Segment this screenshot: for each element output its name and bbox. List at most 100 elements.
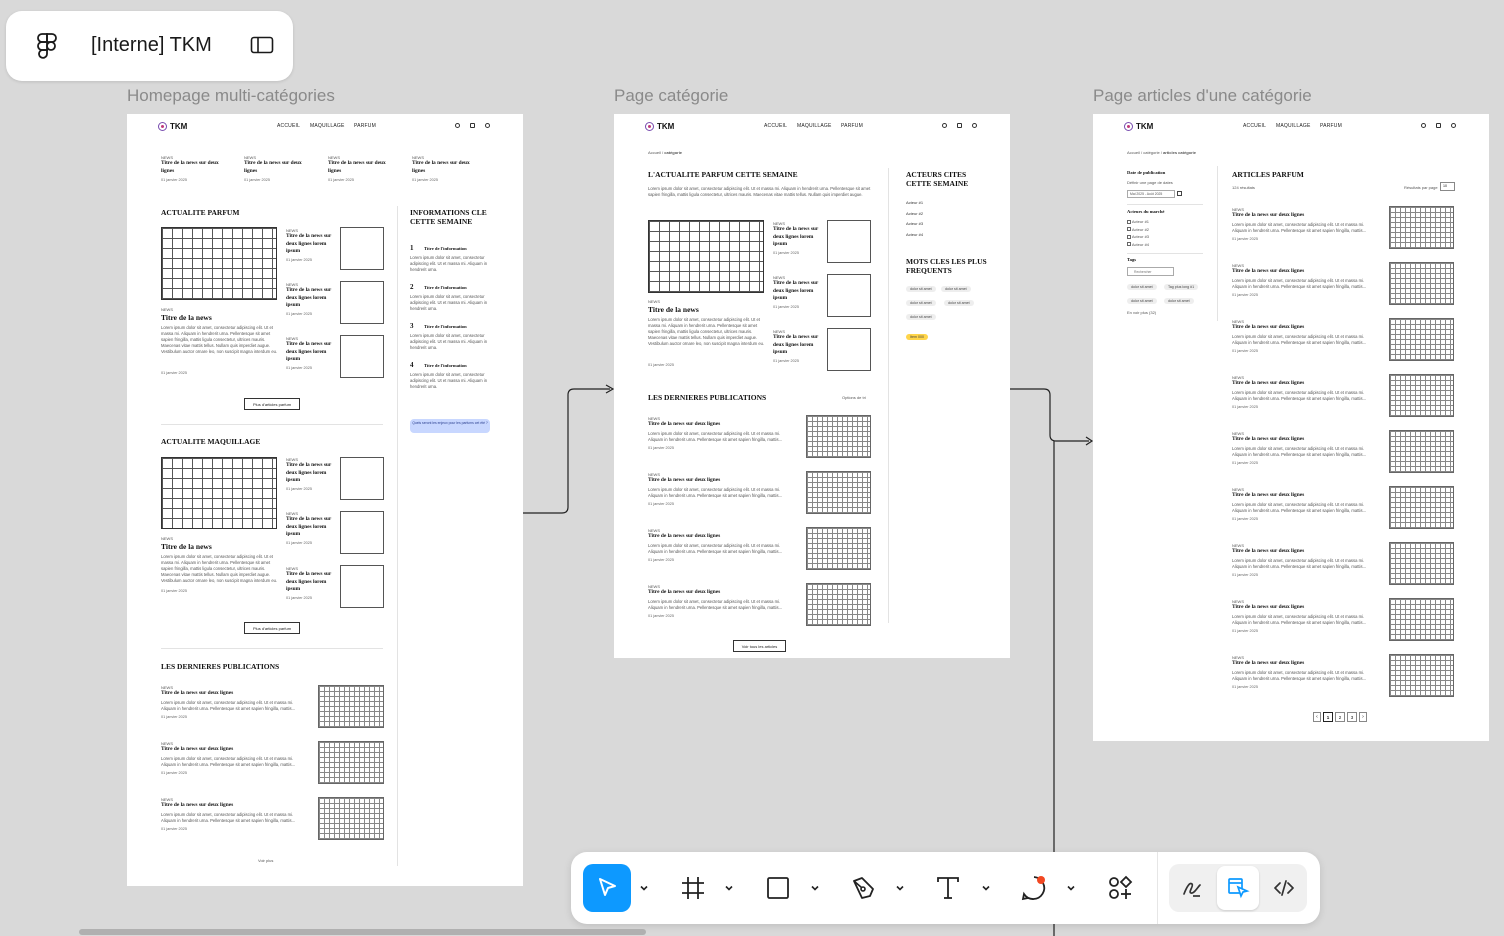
keyword-chip[interactable]: dolor sit amet (906, 314, 936, 320)
keyword-chip[interactable]: dolor sit amet (906, 286, 936, 292)
search-icon[interactable] (455, 123, 460, 128)
keyword-chip[interactable]: dolor sit amet (941, 286, 971, 292)
article-row[interactable]: NEWS Titre de la news sur deux lignes Lore… (1232, 487, 1380, 521)
toggle-panel-icon[interactable] (250, 36, 274, 54)
latest-news-2[interactable]: NEWS Titre de la news sur deux lignes Lo… (161, 741, 303, 775)
thumbnail[interactable] (340, 565, 384, 608)
thumbnail[interactable] (827, 328, 871, 371)
draw-mode-button[interactable] (1171, 866, 1213, 910)
thumbnail[interactable] (1389, 374, 1454, 417)
actor-checkbox[interactable]: Acteur #1 (1127, 218, 1149, 226)
thumbnail[interactable] (1389, 430, 1454, 473)
info-item-1[interactable]: 1 Titre de l'information Lorem ipsum dol… (410, 237, 495, 273)
frame-label-homepage[interactable]: Homepage multi-catégories (127, 86, 335, 106)
file-name[interactable]: [Interne] TKM (91, 34, 212, 57)
actor-link[interactable]: Acteur #3 (906, 219, 923, 230)
thumbnail[interactable] (1389, 318, 1454, 361)
bookmark-icon[interactable] (470, 123, 475, 128)
chevron-down-icon[interactable] (809, 882, 821, 894)
latest-news-3[interactable]: NEWS Titre de la news sur deux lignes Lo… (648, 528, 790, 562)
move-tool-button[interactable] (583, 864, 631, 912)
featured-news-parfum[interactable]: NEWS Titre de la news Lorem ipsum dolor … (161, 307, 279, 375)
comment-tool-button[interactable] (1010, 864, 1058, 912)
featured-news-maquillage[interactable]: NEWS Titre de la news Lorem ipsum dolor … (161, 536, 279, 593)
thumbnail[interactable] (827, 220, 871, 263)
bookmark-icon[interactable] (1436, 123, 1441, 128)
per-page-select[interactable]: 10 (1440, 182, 1455, 191)
bookmark-icon[interactable] (957, 123, 962, 128)
actor-checkbox[interactable]: Acteur #2 (1127, 226, 1149, 234)
thumbnail[interactable] (827, 274, 871, 317)
thumbnail[interactable] (340, 335, 384, 378)
keyword-chip[interactable]: dolor sit amet (944, 300, 974, 306)
frame-articles[interactable]: TKM ACCUEIL MAQUILLAGE PARFUM Accueil / … (1093, 114, 1489, 741)
thumbnail[interactable] (1389, 598, 1454, 641)
featured-news[interactable]: NEWS Titre de la news Lorem ipsum dolor … (648, 299, 766, 367)
nav-accueil[interactable]: ACCUEIL (277, 123, 300, 129)
tag-chip[interactable]: Tag plus long #1 (1164, 284, 1199, 290)
page-3[interactable]: 3 (1347, 712, 1357, 722)
featured-image[interactable] (161, 227, 277, 300)
tag-chip[interactable]: dolor sit amet (1164, 298, 1194, 304)
frame-tool-button[interactable] (669, 864, 717, 912)
thumbnail[interactable] (340, 511, 384, 554)
nav-parfum[interactable]: PARFUM (841, 123, 863, 129)
actor-checkbox[interactable]: Acteur #4 (1127, 241, 1149, 249)
keyword-chip[interactable]: dolor sit amet (906, 300, 936, 306)
breadcrumb-category[interactable]: catégorie (1143, 150, 1159, 155)
article-row[interactable]: NEWS Titre de la news sur deux lignes Lore… (1232, 431, 1380, 465)
checkbox-icon[interactable] (1127, 227, 1131, 232)
article-row[interactable]: NEWS Titre de la news sur deux lignes Lore… (1232, 543, 1380, 577)
tag-chip[interactable]: dolor sit amet (1127, 298, 1157, 304)
article-row[interactable]: NEWS Titre de la news sur deux lignes Lore… (1232, 655, 1380, 689)
thumbnail[interactable] (1389, 486, 1454, 529)
thumbnail[interactable] (318, 797, 384, 840)
thumbnail[interactable] (340, 227, 384, 270)
frame-label-category[interactable]: Page catégorie (614, 86, 728, 106)
checkbox-icon[interactable] (1127, 242, 1131, 247)
nav-parfum[interactable]: PARFUM (1320, 123, 1342, 129)
side-news-1[interactable]: NEWS Titre de la news sur deux lignes lo… (773, 221, 821, 255)
nav-maquillage[interactable]: MAQUILLAGE (1276, 123, 1311, 129)
nav-accueil[interactable]: ACCUEIL (1243, 123, 1266, 129)
horizontal-scrollbar[interactable] (79, 929, 646, 935)
prev-page-icon[interactable]: ‹ (1313, 712, 1321, 722)
article-row[interactable]: NEWS Titre de la news sur deux lignes Lore… (1232, 207, 1380, 241)
featured-image[interactable] (648, 220, 764, 293)
chevron-down-icon[interactable] (638, 882, 650, 894)
top-news-2[interactable]: NEWS Titre de la news sur deux lignes 01… (244, 155, 316, 182)
actor-link[interactable]: Acteur #1 (906, 198, 923, 209)
actor-link[interactable]: Acteur #2 (906, 209, 923, 220)
thumbnail[interactable] (318, 685, 384, 728)
thumbnail[interactable] (340, 457, 384, 500)
search-icon[interactable] (1421, 123, 1426, 128)
top-news-4[interactable]: NEWS Titre de la news sur deux lignes 01… (412, 155, 484, 182)
user-icon[interactable] (972, 123, 977, 128)
chevron-down-icon[interactable] (980, 882, 992, 894)
more-parfum-button[interactable]: Plus d'articles parfum (244, 398, 300, 410)
side-news-6[interactable]: NEWS Titre de la news sur deux lignes lo… (286, 566, 334, 600)
featured-image[interactable] (161, 457, 277, 529)
side-news-1[interactable]: NEWS Titre de la news sur deux lignes lo… (286, 228, 334, 262)
user-icon[interactable] (485, 123, 490, 128)
nav-parfum[interactable]: PARFUM (354, 123, 376, 129)
side-news-3[interactable]: NEWS Titre de la news sur deux lignes lo… (286, 336, 334, 370)
newsletter-banner[interactable]: Quels seront les enjeux pour les parfums… (410, 419, 490, 433)
frame-label-articles[interactable]: Page articles d'une catégorie (1093, 86, 1312, 106)
more-maquillage-button[interactable]: Plus d'articles parfum (244, 622, 300, 634)
breadcrumb-home[interactable]: Accueil (1127, 150, 1140, 155)
thumbnail[interactable] (806, 583, 871, 626)
load-more-link[interactable]: Voir plus (258, 858, 273, 863)
see-more-tags-link[interactable]: En voir plus (32) (1127, 310, 1156, 315)
article-row[interactable]: NEWS Titre de la news sur deux lignes Lore… (1232, 319, 1380, 353)
next-page-icon[interactable]: › (1359, 712, 1367, 722)
page-1[interactable]: 1 (1323, 712, 1333, 722)
actor-checkbox[interactable]: Acteur #3 (1127, 233, 1149, 241)
thumbnail[interactable] (340, 281, 384, 324)
chevron-down-icon[interactable] (723, 882, 735, 894)
assets-tool-button[interactable] (1096, 864, 1144, 912)
article-row[interactable]: NEWS Titre de la news sur deux lignes Lore… (1232, 599, 1380, 633)
chevron-down-icon[interactable] (894, 882, 906, 894)
side-news-4[interactable]: NEWS Titre de la news sur deux lignes lo… (286, 457, 334, 491)
side-news-2[interactable]: NEWS Titre de la news sur deux lignes lo… (286, 282, 334, 316)
